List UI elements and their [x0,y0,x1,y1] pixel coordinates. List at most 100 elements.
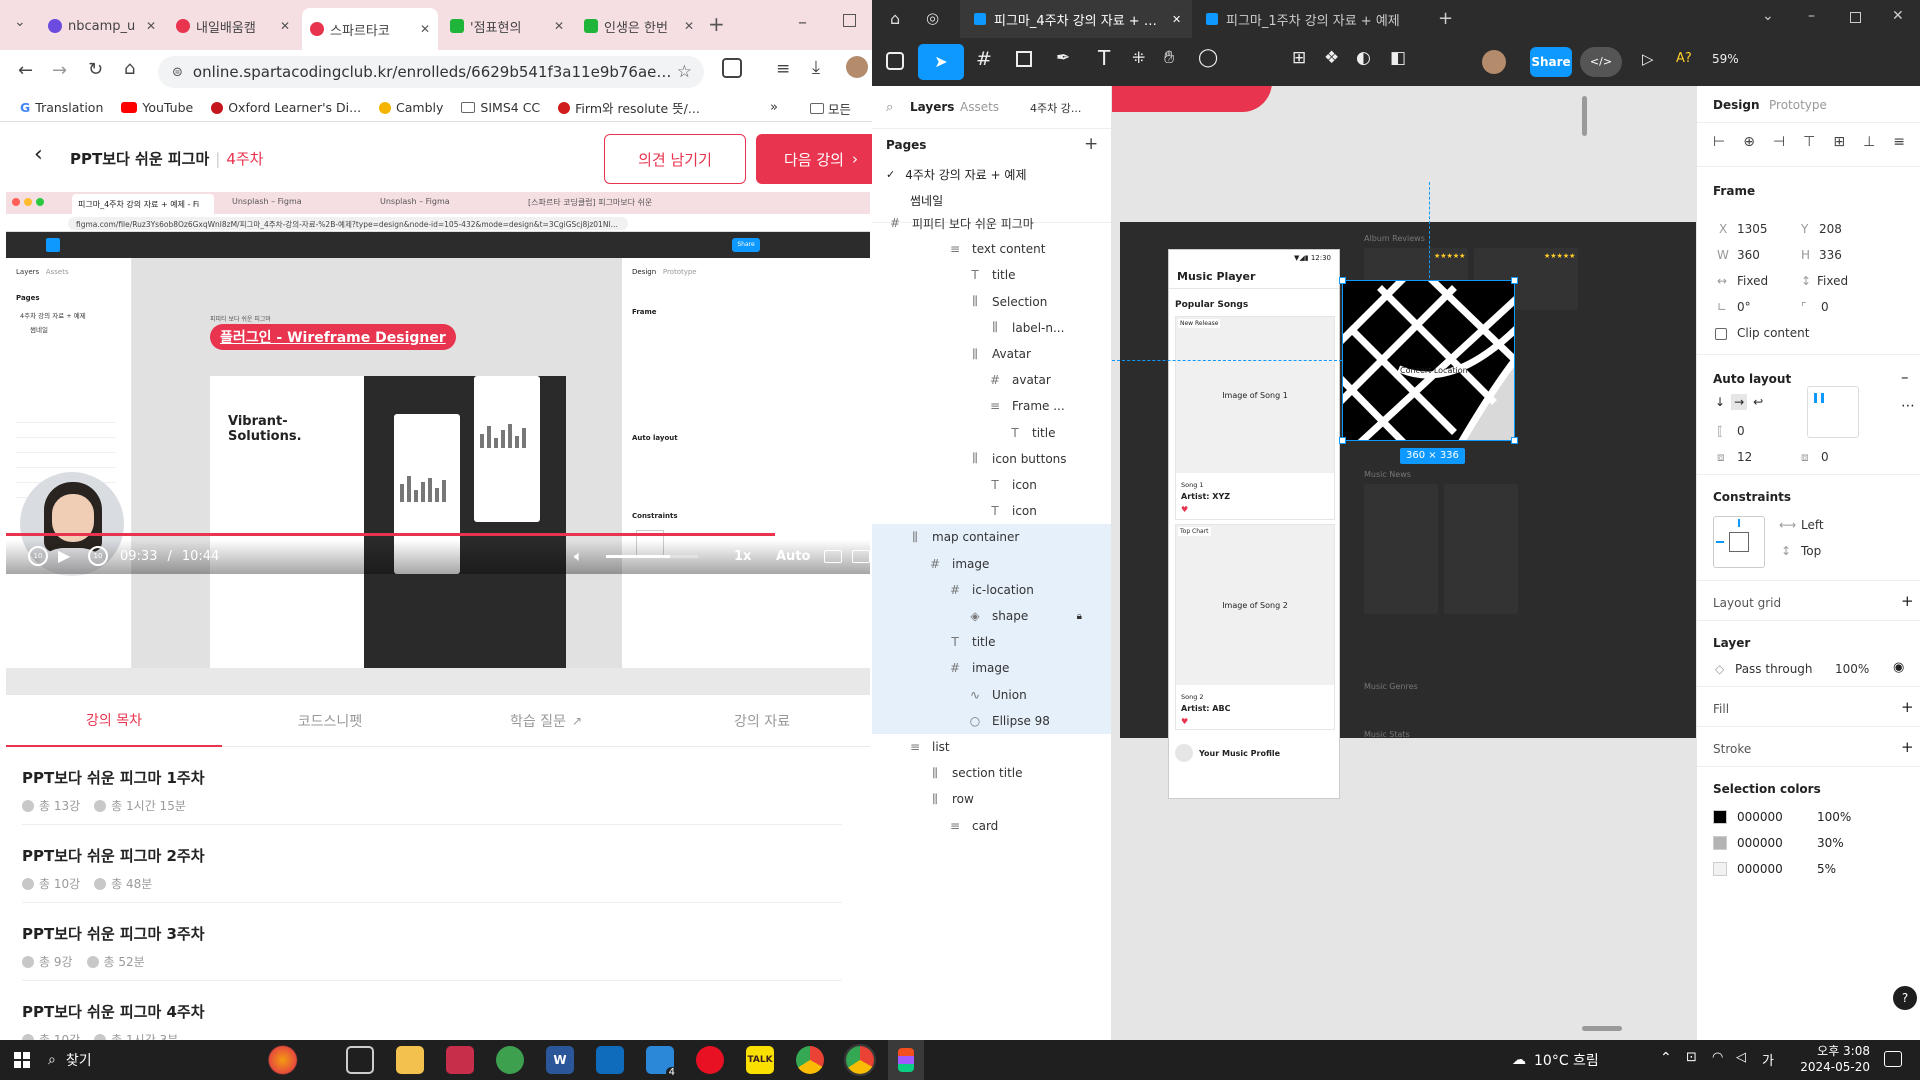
scrollbar[interactable] [1582,96,1587,136]
close-tab-icon[interactable]: ✕ [1172,13,1181,26]
align-bottom-icon[interactable]: ⊥ [1863,134,1875,150]
chrome-tab-1[interactable]: nbcamp_u ✕ [40,10,164,42]
constraints-widget[interactable] [1713,516,1765,568]
lock-icon[interactable]: 🔒︎ [1077,611,1082,622]
chrome-tab-4[interactable]: '점표현의 ✕ [442,10,572,42]
ime-icon[interactable]: ⊡ [1686,1050,1697,1065]
maximize-icon[interactable] [1850,12,1861,23]
align-center-h-icon[interactable]: ⊕ [1743,134,1755,150]
shape-tool-icon[interactable] [1016,51,1032,67]
padding-v-input[interactable]: 0 [1821,450,1829,464]
selection-color-row[interactable]: 000000 30% [1713,836,1844,850]
volume-icon[interactable]: 🔈︎ [574,547,583,565]
layer-row[interactable]: Ticon [872,498,1111,524]
close-tab-icon[interactable]: ✕ [420,22,430,36]
share-button[interactable]: Share [1530,47,1572,77]
layer-row[interactable]: ◈ shape 🔒︎ [872,603,1111,630]
slack-icon[interactable] [496,1046,524,1074]
zoom-level[interactable]: 59% [1712,52,1739,66]
minimize-icon[interactable]: – [798,12,807,33]
chrome-icon[interactable] [796,1046,824,1074]
week-item-2[interactable]: PPT보다 쉬운 피그마 2주차 총 10강 총 48분 [22,825,842,903]
fill-title[interactable]: Fill [1713,702,1729,716]
dev-mode-toggle[interactable]: </> [1580,47,1622,77]
feedback-button[interactable]: 의견 남기기 [604,134,746,184]
reload-icon[interactable]: ↻ [88,59,103,80]
main-menu-icon[interactable] [886,52,904,70]
subtitles-icon[interactable] [824,550,842,563]
bookmark-cambly[interactable]: Cambly [379,100,443,115]
resources-icon[interactable]: ⁜ [1132,48,1145,67]
add-stroke-icon[interactable]: + [1901,738,1914,756]
tab-design[interactable]: Design [1713,98,1760,112]
mask-icon[interactable]: ◐ [1356,48,1371,68]
wrap-icon[interactable]: ↩ [1753,395,1763,409]
chrome-profile-icon[interactable] [844,1044,876,1076]
task-view-icon[interactable] [346,1046,374,1074]
speed-button[interactable]: 1x [734,549,751,564]
layer-row[interactable]: Ttitle [872,420,1111,446]
tab-materials[interactable]: 강의 자료 [654,695,870,747]
text-tool-icon[interactable]: T [1098,46,1110,70]
back-chevron-icon[interactable]: ‹ [34,142,43,167]
week-item-3[interactable]: PPT보다 쉬운 피그마 3주차 총 9강 총 52분 [22,903,842,981]
color-swatch[interactable] [1713,836,1727,850]
app-icon[interactable] [446,1046,474,1074]
color-opacity[interactable]: 30% [1817,836,1844,850]
tab-prototype[interactable]: Prototype [1769,98,1827,112]
radius-input[interactable]: 0 [1821,300,1829,314]
figma-file-tab[interactable]: 피그마_1주차 강의 자료 + 예제 [1192,0,1424,38]
bookmark-star-icon[interactable]: ☆ [677,62,692,82]
clock[interactable]: 오후 3:08 2024-05-20 [1790,1043,1870,1075]
layer-row[interactable]: # ic-location [872,576,1111,603]
todo-icon[interactable]: 4 [646,1046,678,1078]
layer-opacity-input[interactable]: 100% [1835,662,1869,676]
url-text[interactable]: online.spartacodingclub.kr/enrolleds/662… [193,63,673,81]
layer-row[interactable]: # avatar [872,367,1111,393]
present-icon[interactable]: ▷ [1642,50,1654,68]
hand-tool-icon[interactable]: ✋︎ [1164,47,1174,68]
layer-row[interactable]: # image [872,655,1111,682]
fullscreen-icon[interactable] [852,550,870,563]
add-fill-icon[interactable]: + [1901,698,1914,716]
new-tab-icon[interactable]: + [708,12,725,36]
extensions-icon[interactable] [722,58,742,78]
resize-handle[interactable] [1511,437,1518,444]
x-input[interactable]: 1305 [1737,222,1768,236]
week-item-1[interactable]: PPT보다 쉬운 피그마 1주차 총 13강 총 1시간 15분 [22,747,842,825]
close-tab-icon[interactable]: ✕ [280,19,290,33]
close-tab-icon[interactable]: ✕ [554,19,564,33]
user-avatar[interactable] [1482,50,1506,74]
layer-row[interactable]: ⫼ map container [872,524,1111,551]
mail-icon[interactable] [596,1046,624,1074]
selection-color-row[interactable]: 000000 5% [1713,862,1836,876]
align-top-icon[interactable]: ⊤ [1803,134,1815,150]
next-lecture-button[interactable]: 다음 강의 › [756,134,872,184]
layer-row[interactable]: # image [872,550,1111,577]
home-icon[interactable]: ⌂ [890,9,900,28]
layer-row[interactable]: ⫼ Selection [872,289,1111,315]
ai-icon[interactable]: A? [1676,51,1692,66]
more-options-icon[interactable]: ⋯ [1901,398,1915,414]
width-input[interactable]: 360 [1737,248,1760,262]
constraint-v-select[interactable]: Top [1801,544,1821,558]
profile-avatar[interactable] [846,56,868,78]
layer-row[interactable]: Ttitle [872,629,1111,656]
close-tab-icon[interactable]: ✕ [684,19,694,33]
selection-color-row[interactable]: 000000 100% [1713,810,1851,824]
resize-handle[interactable] [1511,277,1518,284]
layer-row[interactable]: ∿ Union [872,681,1111,708]
color-hex[interactable]: 000000 [1737,862,1807,876]
rotation-input[interactable]: 0° [1737,300,1751,314]
progress-track[interactable] [6,528,870,540]
layer-row[interactable]: # 피피티 보다 쉬운 피그마 [872,210,1111,236]
align-right-icon[interactable]: ⊣ [1773,134,1785,150]
figma-canvas[interactable]: ▼◢▮ 12:30 Music Player Popular Songs New… [1112,86,1696,1040]
tab-toc[interactable]: 강의 목차 [6,695,222,747]
download-icon[interactable]: ⤓ [812,57,820,78]
layer-row[interactable]: ≡ text content [872,236,1111,262]
bookmark-oxford[interactable]: Oxford Learner's Di... [211,100,361,115]
align-left-icon[interactable]: ⊢ [1713,134,1725,150]
file-explorer-icon[interactable] [396,1046,424,1074]
boolean-icon[interactable]: ◧ [1390,48,1406,68]
